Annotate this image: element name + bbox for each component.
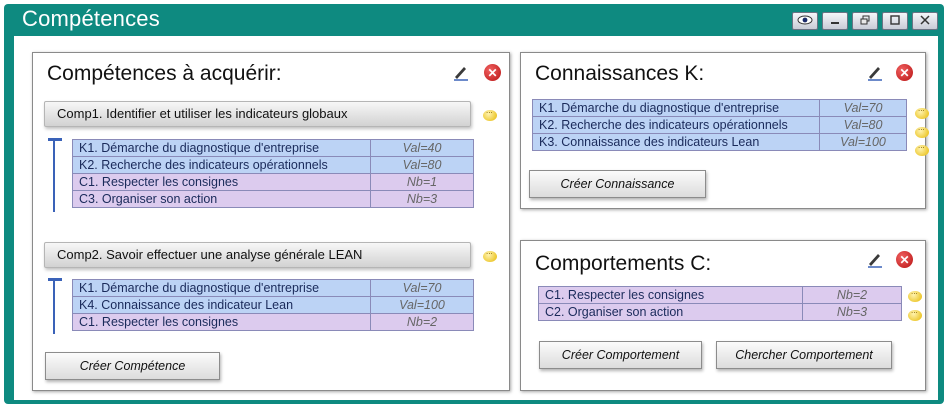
create-comportement-button[interactable]: Créer Comportement <box>539 341 702 369</box>
eye-icon <box>797 12 813 30</box>
comment-c2-icon[interactable] <box>908 306 922 321</box>
tree-branch-1 <box>48 138 62 141</box>
comment-k1-icon[interactable] <box>915 104 929 119</box>
comment-c1-icon[interactable] <box>908 287 922 302</box>
tree-line-2 <box>53 280 55 334</box>
table-row[interactable]: K1. Démarche du diagnostique d'entrepris… <box>72 139 474 157</box>
table-row[interactable]: K2. Recherche des indicateurs opérationn… <box>72 156 474 174</box>
table-row[interactable]: C2. Organiser son action Nb=3 <box>538 303 902 321</box>
table-row[interactable]: K1. Démarche du diagnostique d'entrepris… <box>532 99 907 117</box>
comment-2-icon[interactable] <box>483 247 497 262</box>
view-button[interactable] <box>792 12 818 30</box>
delete-competences-icon[interactable]: ✕ <box>484 64 501 81</box>
table-row[interactable]: C1. Respecter les consignes Nb=2 <box>538 286 902 304</box>
comment-1-icon[interactable] <box>483 106 497 121</box>
connaissances-title: Connaissances K: <box>535 62 705 85</box>
tree-branch-2 <box>48 278 62 281</box>
window-controls <box>792 12 938 30</box>
competence-2-header[interactable]: Comp2. Savoir effectuer une analyse géné… <box>44 242 471 268</box>
restore-button[interactable] <box>852 12 878 30</box>
table-row[interactable]: K3. Connaissance des indicateurs Lean Val… <box>532 133 907 151</box>
search-comportement-button[interactable]: Chercher Comportement <box>716 341 892 369</box>
comment-k3-icon[interactable] <box>915 141 929 156</box>
comportements-rows: C1. Respecter les consignes Nb=2 C2. Orga… <box>538 286 902 321</box>
maximize-button[interactable] <box>882 12 908 30</box>
close-icon <box>920 12 930 30</box>
table-row[interactable]: K4. Connaissance des indicateur Lean Val=… <box>72 296 474 314</box>
close-button[interactable] <box>912 12 938 30</box>
competence-1-header[interactable]: Comp1. Identifier et utiliser les indica… <box>44 101 471 127</box>
table-row[interactable]: C3. Organiser son action Nb=3 <box>72 190 474 208</box>
table-row[interactable]: C1. Respecter les consignes Nb=2 <box>72 313 474 331</box>
minimize-button[interactable] <box>822 12 848 30</box>
table-row[interactable]: K2. Recherche des indicateurs opérationn… <box>532 116 907 134</box>
connaissances-rows: K1. Démarche du diagnostique d'entrepris… <box>532 99 907 151</box>
restore-icon <box>860 12 870 30</box>
comment-k2-icon[interactable] <box>915 123 929 138</box>
edit-comportements-icon[interactable] <box>866 250 884 268</box>
delete-connaissances-icon[interactable]: ✕ <box>896 64 913 81</box>
create-competence-button[interactable]: Créer Compétence <box>45 352 220 380</box>
table-row[interactable]: C1. Respecter les consignes Nb=1 <box>72 173 474 191</box>
competence-2-rows: K1. Démarche du diagnostique d'entrepris… <box>72 279 474 331</box>
minimize-icon <box>830 12 840 30</box>
tree-line-1 <box>53 140 55 212</box>
comportements-title: Comportements C: <box>535 252 712 275</box>
edit-competences-icon[interactable] <box>452 63 470 81</box>
create-connaissance-button[interactable]: Créer Connaissance <box>529 170 706 198</box>
title-bar: Compétences <box>4 4 944 34</box>
delete-comportements-icon[interactable]: ✕ <box>896 251 913 268</box>
competences-title: Compétences à acquérir: <box>47 62 282 85</box>
maximize-icon <box>890 12 900 30</box>
edit-connaissances-icon[interactable] <box>866 63 884 81</box>
window-title: Compétences <box>22 6 160 31</box>
competence-1-rows: K1. Démarche du diagnostique d'entrepris… <box>72 139 474 208</box>
table-row[interactable]: K1. Démarche du diagnostique d'entrepris… <box>72 279 474 297</box>
